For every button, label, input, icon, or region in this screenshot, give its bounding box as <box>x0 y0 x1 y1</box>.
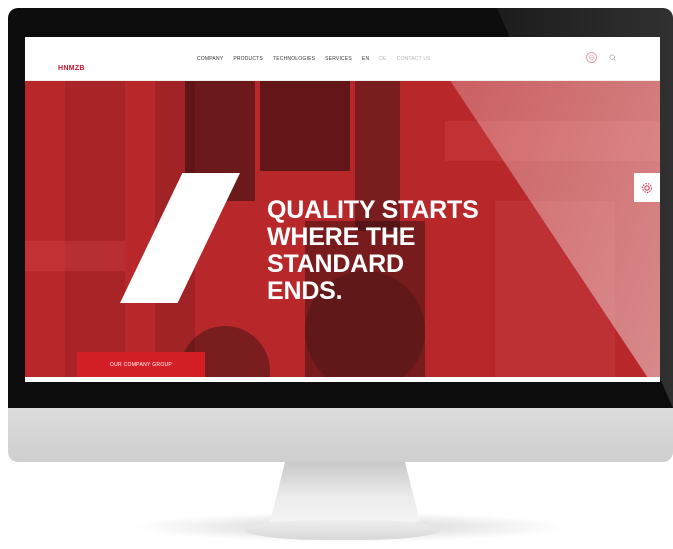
menu-item-contact[interactable]: CONTACT US <box>397 56 431 62</box>
top-nav: HNMZB COMPANY PRODUCTS TECHNOLOGIES SERV… <box>25 37 660 81</box>
globe-icon[interactable] <box>586 52 597 63</box>
menu-item-company[interactable]: COMPANY <box>197 56 223 62</box>
gear-icon <box>642 182 652 193</box>
search-icon[interactable] <box>607 52 618 63</box>
menu-item-products[interactable]: PRODUCTS <box>233 56 263 62</box>
menu-item-services[interactable]: SERVICES <box>325 56 352 62</box>
headline-line-2: WHERE THE <box>267 223 416 251</box>
logo[interactable]: HNMZB <box>58 65 85 72</box>
headline-line-1: QUALITY STARTS <box>267 196 479 224</box>
menu-item-lang-de[interactable]: DE <box>379 56 386 62</box>
hero-banner: QUALITY STARTS WHERE THE STANDARD ENDS. … <box>25 81 660 377</box>
monitor-neck <box>270 462 420 522</box>
side-tab[interactable] <box>634 173 660 202</box>
monitor-base <box>245 520 440 540</box>
company-group-button[interactable]: OUR COMPANY GROUP <box>77 352 205 377</box>
headline-line-3: STANDARD <box>267 250 404 278</box>
website-screen: HNMZB COMPANY PRODUCTS TECHNOLOGIES SERV… <box>25 37 660 382</box>
menu-item-lang-en[interactable]: EN <box>362 56 369 62</box>
headline-line-4: ENDS. <box>267 277 343 305</box>
main-menu: COMPANY PRODUCTS TECHNOLOGIES SERVICES E… <box>197 56 431 62</box>
imac-monitor: HNMZB COMPANY PRODUCTS TECHNOLOGIES SERV… <box>0 0 673 549</box>
hero-bottom-strip <box>25 377 660 382</box>
hero-headline: QUALITY STARTS WHERE THE STANDARD ENDS. <box>267 197 479 305</box>
menu-item-technologies[interactable]: TECHNOLOGIES <box>273 56 315 62</box>
monitor-chin <box>8 408 673 462</box>
